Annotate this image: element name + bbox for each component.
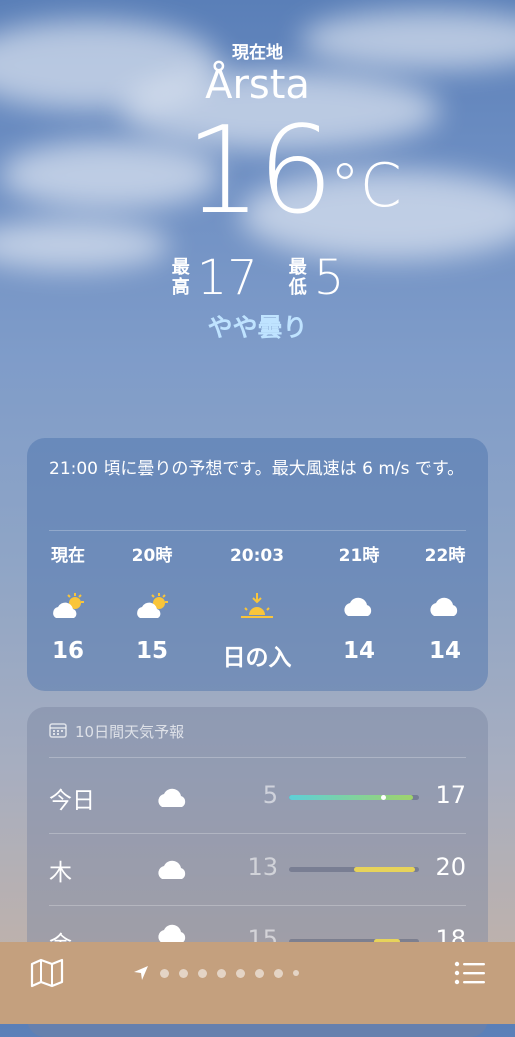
high-value: 17 <box>196 250 258 306</box>
day-row[interactable]: 今日 5 17 <box>27 761 488 833</box>
current-temperature: 16 °C <box>0 112 515 232</box>
hour-value: 15 <box>135 638 168 664</box>
hour-item: 現在 16 <box>23 544 113 664</box>
hour-time: 現在 <box>51 546 85 566</box>
temperature-range-bar <box>289 867 419 872</box>
high-label: 最高 <box>171 257 190 298</box>
ten-day-title: 10日間天気予報 <box>75 723 185 741</box>
cloud-icon <box>400 588 490 624</box>
range-fill <box>354 867 416 872</box>
temperature-unit: °C <box>329 151 402 221</box>
hour-time: 20時 <box>131 546 173 566</box>
list-icon[interactable] <box>453 958 487 988</box>
range-fill <box>289 795 413 800</box>
ten-day-header: 10日間天気予報 <box>49 721 184 742</box>
hourly-forecast-card[interactable]: 21:00 頃に曇りの予想です。最大風速は 6 m/s です。 現在 16 20… <box>27 438 488 691</box>
hourly-list[interactable]: 現在 16 20時 15 20:03 日の入 21時 14 22時 14 <box>27 544 488 684</box>
map-icon[interactable] <box>30 958 64 988</box>
divider <box>49 757 466 758</box>
page-dot[interactable] <box>198 968 207 978</box>
hour-value: 14 <box>342 638 375 664</box>
page-dot[interactable] <box>274 968 283 978</box>
day-label: 木 <box>49 860 72 886</box>
page-dot[interactable] <box>160 968 169 978</box>
condition-text: やや曇り <box>207 313 308 342</box>
calendar-icon <box>49 722 67 742</box>
high-low: 最高 17 最低 5 <box>0 250 515 306</box>
cloud-icon <box>314 588 404 624</box>
hour-item: 20時 15 <box>107 544 197 664</box>
page-indicator[interactable] <box>132 964 299 982</box>
hour-time: 22時 <box>424 546 466 566</box>
page-dot[interactable] <box>236 968 245 978</box>
low-label: 最低 <box>288 257 307 298</box>
day-low: 13 <box>247 853 278 881</box>
divider <box>49 530 466 531</box>
bottom-toolbar <box>0 942 515 1024</box>
page-dot[interactable] <box>255 968 264 978</box>
page-dot[interactable] <box>217 968 226 978</box>
hour-value: 14 <box>428 638 461 664</box>
hour-value: 日の入 <box>222 645 292 671</box>
forecast-summary: 21:00 頃に曇りの予想です。最大風速は 6 m/s です。 <box>49 459 465 479</box>
hour-item: 20:03 日の入 <box>212 544 302 672</box>
temperature-range-bar <box>289 795 419 800</box>
partly-cloudy-icon <box>23 588 113 624</box>
hour-value: 16 <box>51 638 84 664</box>
sunset-icon <box>212 588 302 624</box>
day-row[interactable]: 木 13 20 <box>27 833 488 905</box>
day-label: 今日 <box>49 788 95 814</box>
day-low: 5 <box>262 781 278 809</box>
location-label: 現在地 <box>232 43 283 63</box>
partly-cloudy-icon <box>107 588 197 624</box>
cloud-icon <box>153 777 193 817</box>
temperature-value: 16 <box>185 102 334 241</box>
current-temp-marker <box>380 795 386 800</box>
page-dot[interactable] <box>293 970 299 976</box>
location-arrow-icon[interactable] <box>132 964 150 982</box>
hour-time: 20:03 <box>229 546 285 566</box>
page-dot[interactable] <box>179 968 188 978</box>
day-high: 17 <box>435 781 466 809</box>
day-high: 20 <box>435 853 466 881</box>
hour-item: 22時 14 <box>400 544 490 664</box>
hour-item: 21時 14 <box>314 544 404 664</box>
hour-time: 21時 <box>338 546 380 566</box>
cloud-icon <box>153 849 193 889</box>
low-value: 5 <box>313 250 345 306</box>
